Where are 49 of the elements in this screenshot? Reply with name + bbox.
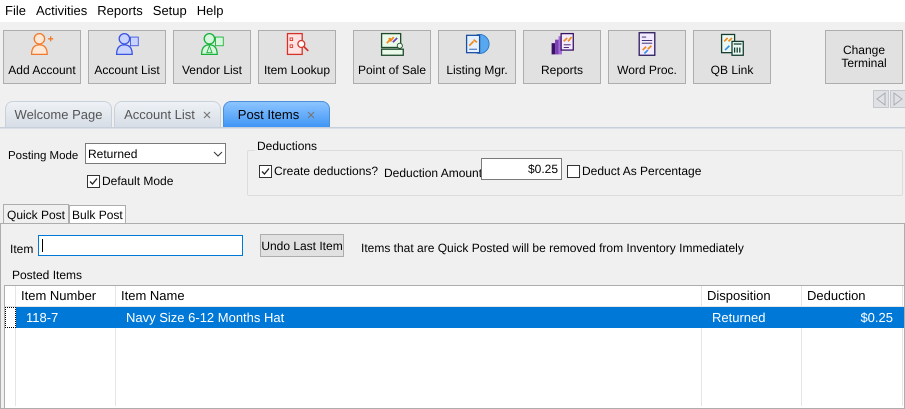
menu-item[interactable]: Activities: [30, 1, 92, 21]
checkbox-label[interactable]: Create deductions?: [274, 162, 378, 180]
toolbar-button[interactable]: Word Proc.: [608, 30, 686, 84]
table-cell-text: 118-7: [25, 308, 60, 327]
column-header[interactable]: Item Number: [16, 286, 116, 306]
change-terminal-button[interactable]: Change Terminal: [825, 30, 903, 84]
deduction-amount-label: Deduction Amount: [384, 165, 482, 182]
checkbox-label[interactable]: Default Mode: [102, 172, 174, 190]
toolbar-button[interactable]: Vendor List: [173, 30, 251, 84]
table-row[interactable]: 118-7 Navy Size 6-12 Months Hat Returned $0.25: [5, 307, 904, 328]
menu-item[interactable]: Help: [192, 1, 229, 21]
column-header[interactable]: Deduction: [802, 286, 903, 306]
toolbar-button[interactable]: Reports: [523, 30, 601, 84]
tab[interactable]: Welcome Page: [5, 101, 112, 127]
table-cell-text: Navy Size 6-12 Months Hat: [125, 308, 286, 327]
tab[interactable]: Account List: [114, 101, 221, 127]
toolbar-button[interactable]: Point of Sale: [353, 30, 431, 84]
tab[interactable]: Post Items: [223, 101, 330, 127]
table-cell-text: Returned: [711, 308, 766, 327]
checkbox[interactable]: [567, 164, 580, 178]
toolbar-button[interactable]: Item Lookup: [258, 30, 336, 84]
posting-mode-label: Posting Mode: [8, 149, 78, 164]
column-header[interactable]: Disposition: [702, 286, 802, 306]
toolbar-button[interactable]: Account List: [88, 30, 166, 84]
item-label: Item: [10, 241, 34, 258]
toolbar-button[interactable]: Listing Mgr.: [438, 30, 516, 84]
posting-mode-dropdown[interactable]: Returned: [85, 143, 226, 164]
toolbar-button[interactable]: QB Link: [693, 30, 771, 84]
menu-item[interactable]: Reports: [92, 1, 148, 21]
checkmark-icon: [260, 166, 271, 176]
item-input-field[interactable]: [38, 235, 243, 256]
column-header[interactable]: Item Name: [116, 286, 702, 306]
close-icon[interactable]: [202, 110, 211, 118]
subtab[interactable]: Quick Post: [3, 204, 70, 224]
checkmark-icon: [88, 176, 99, 186]
deduction-amount-field[interactable]: $0.25: [481, 158, 562, 180]
toolbar-button[interactable]: Add Account: [3, 30, 81, 84]
menu-item[interactable]: File: [0, 1, 31, 21]
menu-item[interactable]: Setup: [148, 1, 192, 21]
table-cell-text: $0.25: [859, 308, 894, 327]
checkbox[interactable]: [87, 174, 100, 188]
row-selector[interactable]: [5, 307, 16, 328]
checkbox-label[interactable]: Deduct As Percentage: [582, 162, 702, 180]
chevron-down-icon: [213, 150, 223, 156]
quick-post-note: Items that are Quick Posted will be removed from Inventory Immediately: [361, 240, 744, 257]
posted-items-title: Posted Items: [12, 267, 82, 284]
undo-last-item-button[interactable]: Undo Last Item: [260, 234, 344, 257]
subtab[interactable]: Bulk Post: [69, 205, 126, 223]
checkbox[interactable]: [259, 164, 272, 178]
